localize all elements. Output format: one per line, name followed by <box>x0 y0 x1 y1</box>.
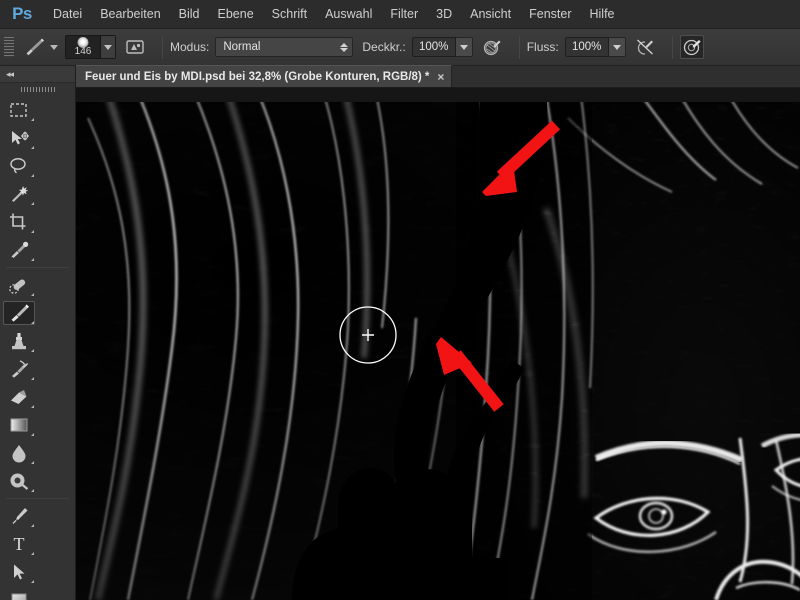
submenu-corner-icon <box>31 321 34 324</box>
red-arrow-bottom <box>436 337 504 412</box>
opacity-input[interactable]: 100% <box>411 37 456 57</box>
document-tab[interactable]: Feuer und Eis by MDI.psd bei 32,8% (Grob… <box>76 65 453 87</box>
brush-tool-dropdown-caret[interactable] <box>50 44 58 50</box>
flow-input[interactable]: 100% <box>564 37 609 57</box>
menu-filter[interactable]: Filter <box>381 3 427 25</box>
tools-divider-2 <box>6 498 69 499</box>
menu-3d[interactable]: 3D <box>427 3 461 25</box>
document-tab-bar: Feuer und Eis by MDI.psd bei 32,8% (Grob… <box>76 65 800 88</box>
tool-crop[interactable] <box>0 208 38 236</box>
brush-size-value: 146 <box>74 46 92 57</box>
brush-panel-toggle-button[interactable] <box>123 35 147 59</box>
submenu-corner-icon <box>31 377 34 380</box>
tool-pen[interactable] <box>0 502 38 530</box>
tool-clone-stamp[interactable] <box>0 327 38 355</box>
menu-bar: Ps Datei Bearbeiten Bild Ebene Schrift A… <box>0 0 800 29</box>
tools-panel: ◂◂ T <box>0 66 76 600</box>
tool-eyedropper[interactable] <box>0 236 38 264</box>
submenu-corner-icon <box>31 202 34 205</box>
tool-healing-brush[interactable] <box>0 271 38 299</box>
menu-ansicht[interactable]: Ansicht <box>461 3 520 25</box>
options-bar-grip[interactable] <box>4 36 14 58</box>
document-tab-title: Feuer und Eis by MDI.psd bei 32,8% (Grob… <box>85 70 430 83</box>
flow-dropdown-caret[interactable] <box>608 37 626 57</box>
tool-type[interactable]: T <box>0 530 38 558</box>
tool-grid-selection <box>0 96 75 264</box>
options-bar: 146 Modus: Normal Deckkr.: 100% Fluss: 1… <box>0 29 800 66</box>
close-icon[interactable]: × <box>437 71 444 83</box>
menu-ebene[interactable]: Ebene <box>209 3 263 25</box>
tools-panel-grip[interactable] <box>0 83 75 96</box>
tool-blur[interactable] <box>0 439 38 467</box>
submenu-corner-icon <box>31 258 34 261</box>
menu-fenster[interactable]: Fenster <box>520 3 580 25</box>
submenu-corner-icon <box>31 552 34 555</box>
tools-panel-collapse-button[interactable]: ◂◂ <box>0 66 75 83</box>
tool-grid-retouch <box>0 271 75 495</box>
blend-mode-value: Normal <box>223 41 261 53</box>
blend-mode-select[interactable]: Normal <box>215 37 354 57</box>
mode-label: Modus: <box>170 40 210 54</box>
tool-rectangle-shape[interactable] <box>0 586 38 600</box>
tool-rectangular-marquee[interactable] <box>0 96 38 124</box>
submenu-corner-icon <box>31 118 34 121</box>
tool-gradient[interactable] <box>0 411 38 439</box>
photoshop-window: Ps Datei Bearbeiten Bild Ebene Schrift A… <box>0 0 800 600</box>
photoshop-logo: Ps <box>12 4 32 23</box>
options-divider-1 <box>162 35 163 59</box>
tools-divider-1 <box>6 267 69 268</box>
tablet-pressure-opacity-icon[interactable] <box>480 35 504 59</box>
tool-grid-vector: T <box>0 502 75 600</box>
canvas-area[interactable] <box>76 88 800 600</box>
svg-text:T: T <box>14 534 25 554</box>
chevron-updown-icon <box>340 42 349 52</box>
opacity-dropdown-caret[interactable] <box>455 37 473 57</box>
menu-datei[interactable]: Datei <box>44 3 91 25</box>
submenu-corner-icon <box>31 146 34 149</box>
options-divider-3 <box>671 35 673 59</box>
submenu-corner-icon <box>31 433 34 436</box>
options-divider-2 <box>518 35 520 59</box>
tool-magic-wand[interactable] <box>0 180 38 208</box>
flow-label: Fluss: <box>526 40 559 54</box>
airbrush-icon[interactable] <box>633 35 657 59</box>
submenu-corner-icon <box>31 524 34 527</box>
tablet-pressure-size-icon[interactable] <box>679 35 704 59</box>
opacity-label: Deckkr.: <box>362 40 406 54</box>
red-arrow-top <box>482 120 561 196</box>
brush-preset-picker[interactable]: 146 <box>65 35 116 59</box>
brush-icon[interactable] <box>19 34 49 60</box>
submenu-corner-icon <box>31 349 34 352</box>
submenu-corner-icon <box>31 489 34 492</box>
submenu-corner-icon <box>31 405 34 408</box>
tool-dodge[interactable] <box>0 467 38 495</box>
submenu-corner-icon <box>31 580 34 583</box>
tool-brush[interactable] <box>0 299 38 327</box>
menu-bild[interactable]: Bild <box>170 3 209 25</box>
tool-history-brush[interactable] <box>0 355 38 383</box>
submenu-corner-icon <box>31 293 34 296</box>
menu-hilfe[interactable]: Hilfe <box>581 3 624 25</box>
tool-eraser[interactable] <box>0 383 38 411</box>
brush-preview: 146 <box>66 36 100 58</box>
submenu-corner-icon <box>31 230 34 233</box>
tool-path-selection[interactable] <box>0 558 38 586</box>
submenu-corner-icon <box>31 174 34 177</box>
tool-move[interactable] <box>0 124 38 152</box>
submenu-corner-icon <box>31 461 34 464</box>
menu-auswahl[interactable]: Auswahl <box>316 3 381 25</box>
annotation-arrows <box>436 120 561 412</box>
tool-lasso[interactable] <box>0 152 38 180</box>
menu-bearbeiten[interactable]: Bearbeiten <box>91 3 169 25</box>
brush-preset-dropdown-caret[interactable] <box>100 36 115 58</box>
menu-schrift[interactable]: Schrift <box>263 3 316 25</box>
